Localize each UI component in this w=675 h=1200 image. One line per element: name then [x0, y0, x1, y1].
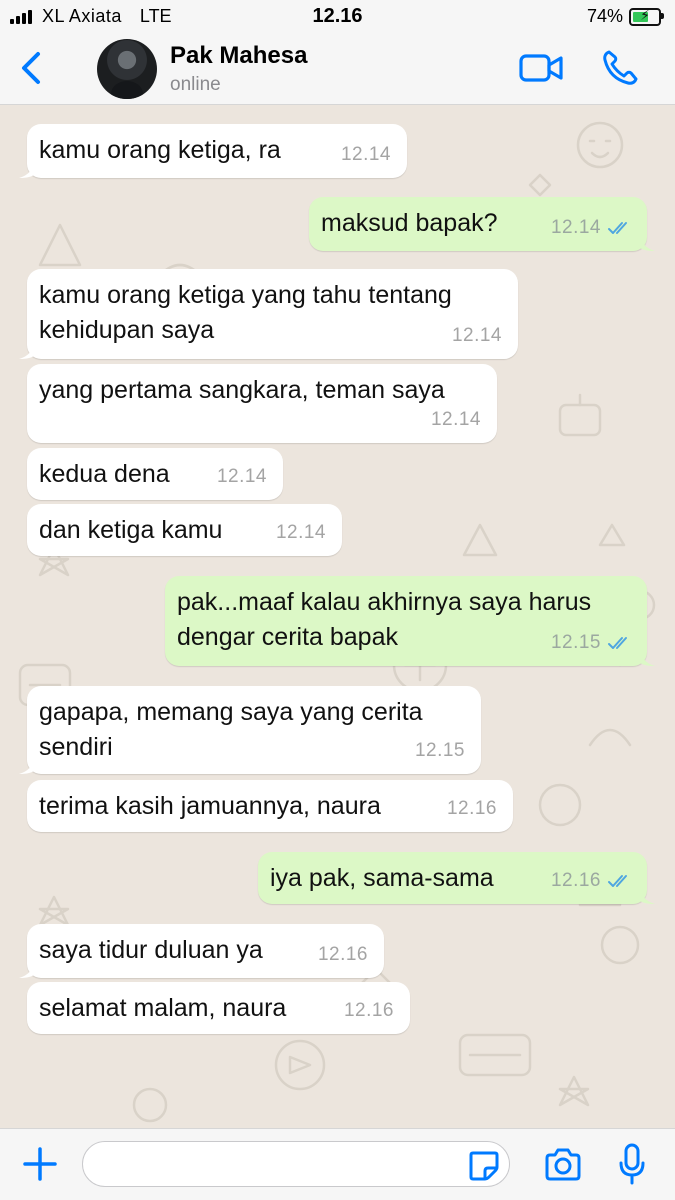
message-text: dan ketiga kamu: [39, 513, 222, 548]
incoming-message[interactable]: selamat malam, naura 12.16: [27, 982, 410, 1034]
incoming-message[interactable]: dan ketiga kamu 12.14: [27, 504, 342, 556]
message-line: sendiri: [39, 733, 113, 761]
message-meta: 12.14: [217, 459, 267, 494]
bubble-tail: [19, 960, 35, 978]
message-time: 12.16: [446, 798, 497, 819]
message-text: terima kasih jamuannya, naura: [39, 789, 381, 824]
message-line: terima kasih jamuannya, naura: [39, 792, 381, 820]
outgoing-message[interactable]: pak...maaf kalau akhirnya saya harus deng…: [165, 576, 655, 666]
message-meta: 12.15: [415, 733, 465, 768]
message-input[interactable]: [82, 1141, 510, 1187]
message-line: yang pertama sangkara, teman saya: [39, 376, 445, 404]
message-text: yang pertama sangkara, teman saya: [39, 373, 445, 408]
message-time: 12.14: [216, 466, 267, 487]
message-time: 12.16: [317, 944, 368, 965]
message-text: kamu orang ketiga yang tahu tentang kehid…: [39, 278, 452, 348]
status-time: 12.16: [312, 5, 363, 27]
message-text: kamu orang ketiga, ra: [39, 133, 281, 168]
message-time: 12.14: [550, 217, 601, 238]
message-meta: 12.14: [276, 515, 326, 550]
message-line: saya tidur duluan ya: [39, 936, 263, 964]
message-time: 12.14: [275, 522, 326, 543]
incoming-message[interactable]: saya tidur duluan ya 12.16: [19, 924, 384, 978]
message-meta: 12.16: [447, 791, 497, 826]
double-check-read-icon: [608, 221, 627, 234]
message-meta: 12.16: [318, 937, 368, 972]
double-check-read-icon: [608, 874, 627, 887]
bubble-tail: [639, 233, 655, 251]
video-camera-icon[interactable]: [518, 48, 564, 88]
message-time: 12.16: [343, 1000, 394, 1021]
bubble-tail: [19, 756, 35, 774]
incoming-message[interactable]: kamu orang ketiga yang tahu tentang kehid…: [19, 269, 518, 359]
outgoing-message[interactable]: iya pak, sama-sama 12.16: [258, 852, 655, 904]
message-time: 12.15: [414, 740, 465, 761]
outgoing-message[interactable]: maksud bapak? 12.14: [309, 197, 655, 251]
message-meta: 12.14: [452, 318, 502, 353]
incoming-message[interactable]: gapapa, memang saya yang cerita sendiri 12…: [19, 686, 481, 774]
message-meta: 12.15: [551, 625, 633, 660]
status-bar: XL Axiata LTE 12.16 74% ⚡: [0, 0, 675, 34]
message-line: pak...maaf kalau akhirnya saya harus: [177, 588, 592, 616]
message-text: pak...maaf kalau akhirnya saya harus deng…: [177, 585, 591, 655]
incoming-message[interactable]: kedua dena 12.14: [27, 448, 283, 500]
message-meta: 12.14: [431, 402, 481, 437]
incoming-message[interactable]: terima kasih jamuannya, naura 12.16: [27, 780, 513, 832]
battery-info: 74% ⚡: [586, 6, 664, 27]
chat-header: Pak Mahesa online: [0, 34, 675, 105]
message-time: 12.15: [550, 632, 601, 653]
message-line: maksud bapak?: [321, 209, 498, 237]
message-line: kehidupan saya: [39, 316, 215, 344]
message-text: gapapa, memang saya yang cerita sendiri: [39, 695, 423, 765]
message-line: kamu orang ketiga, ra: [39, 136, 281, 164]
message-text: kedua dena: [39, 457, 170, 492]
double-check-read-icon: [608, 636, 627, 649]
bubble-tail: [639, 648, 655, 666]
message-text: maksud bapak?: [321, 206, 498, 241]
message-line: gapapa, memang saya yang cerita: [39, 698, 423, 726]
message-meta: 12.16: [551, 863, 633, 898]
avatar[interactable]: [97, 39, 157, 99]
message-line: dan ketiga kamu: [39, 516, 223, 544]
contact-status: online: [170, 74, 221, 95]
incoming-message[interactable]: kamu orang ketiga, ra 12.14: [19, 124, 407, 178]
message-meta: 12.14: [551, 210, 633, 245]
message-time: 12.14: [430, 409, 481, 430]
chevron-left-icon[interactable]: [14, 48, 50, 88]
battery-icon: ⚡: [629, 6, 664, 26]
charging-bolt-icon: ⚡: [640, 6, 650, 23]
message-time: 12.14: [451, 325, 502, 346]
plus-icon[interactable]: [22, 1146, 58, 1182]
phone-icon[interactable]: [600, 48, 640, 88]
message-time: 12.16: [550, 870, 601, 891]
message-line: iya pak, sama-sama: [270, 864, 494, 892]
bubble-tail: [19, 160, 35, 178]
chat-area[interactable]: kamu orang ketiga, ra 12.14 maksud bapak? 1…: [0, 105, 675, 1128]
message-time: 12.14: [340, 144, 391, 165]
message-line: kedua dena: [39, 460, 170, 488]
sticker-icon[interactable]: [467, 1149, 501, 1183]
message-text: saya tidur duluan ya: [39, 933, 263, 968]
camera-icon[interactable]: [543, 1147, 583, 1183]
message-text: iya pak, sama-sama: [270, 861, 494, 896]
bubble-tail: [19, 341, 35, 359]
bubble-tail: [639, 886, 655, 904]
incoming-message[interactable]: yang pertama sangkara, teman saya 12.14: [27, 364, 497, 443]
message-line: selamat malam, naura: [39, 994, 287, 1022]
message-meta: 12.14: [341, 137, 391, 172]
message-line: kamu orang ketiga yang tahu tentang: [39, 281, 452, 309]
microphone-icon[interactable]: [618, 1143, 646, 1185]
message-text: selamat malam, naura: [39, 991, 286, 1026]
contact-name[interactable]: Pak Mahesa: [170, 42, 307, 70]
battery-percentage: 74%: [586, 6, 623, 26]
input-bar: [0, 1128, 675, 1200]
message-line: dengar cerita bapak: [177, 623, 398, 651]
message-meta: 12.16: [344, 993, 394, 1028]
